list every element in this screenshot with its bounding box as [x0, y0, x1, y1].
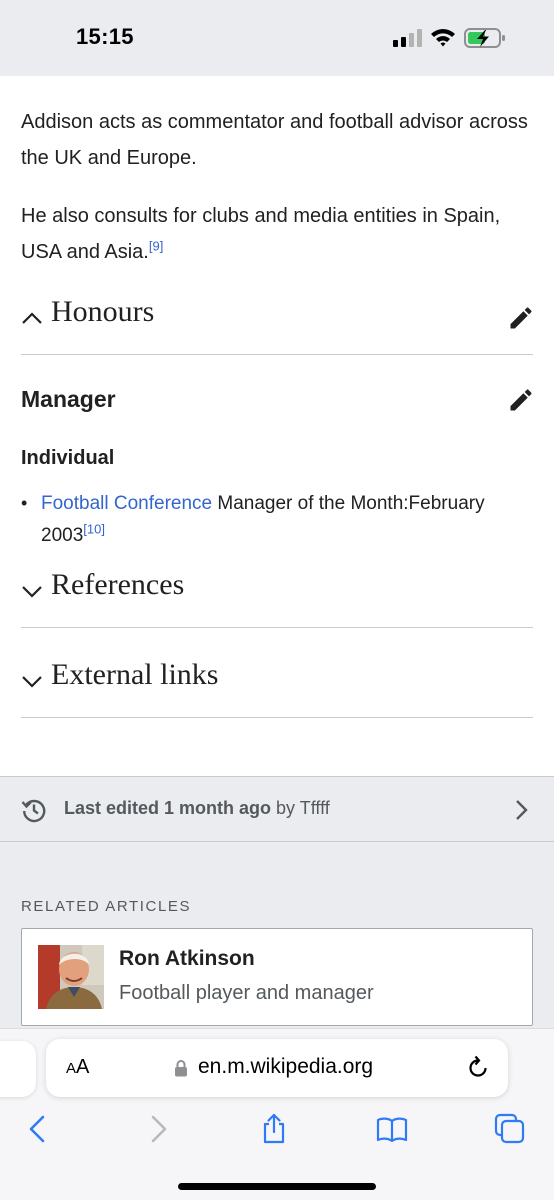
paragraph-text: He also consults for clubs and media ent…: [21, 205, 501, 263]
pencil-icon[interactable]: [507, 304, 535, 332]
list-item-text: Manager of the Month:February: [212, 493, 485, 514]
wifi-icon: [431, 29, 455, 47]
bookmarks-icon[interactable]: [376, 1113, 408, 1145]
chevron-up-icon: [22, 312, 42, 324]
back-icon[interactable]: [22, 1113, 54, 1145]
related-articles-label: RELATED ARTICLES: [21, 898, 192, 915]
list-item: Football Conference Manager of the Month…: [41, 488, 536, 552]
article-paragraph: He also consults for clubs and media ent…: [21, 198, 531, 270]
article-paragraph: Addison acts as commentator and football…: [21, 111, 528, 169]
signal-icon: [393, 29, 422, 47]
section-title: External links: [51, 658, 219, 691]
battery-charging-icon: [464, 28, 505, 48]
section-title: References: [51, 568, 185, 601]
subsection-title-manager: Manager: [21, 386, 116, 412]
last-edited-time: Last edited 1 month ago: [64, 798, 272, 818]
lock-icon: [175, 1060, 187, 1077]
tabs-icon[interactable]: [494, 1113, 526, 1145]
previous-tab-preview[interactable]: [0, 1041, 36, 1097]
related-article-title: Ron Atkinson: [119, 947, 255, 970]
reader-settings-button[interactable]: AA: [66, 1056, 89, 1079]
chevron-down-icon: [22, 676, 42, 688]
section-header-external-links[interactable]: External links: [21, 648, 533, 718]
home-indicator[interactable]: [178, 1183, 376, 1190]
list-item-text: 2003: [41, 525, 84, 546]
section-title: Honours: [51, 295, 155, 328]
last-edited-author: by Tffff: [271, 798, 330, 818]
forward-icon[interactable]: [142, 1113, 174, 1145]
aa-big: A: [76, 1056, 90, 1078]
chevron-down-icon: [22, 586, 42, 598]
related-article-card[interactable]: Ron Atkinson Football player and manager: [21, 928, 533, 1026]
section-header-honours[interactable]: Honours: [21, 285, 533, 355]
address-bar[interactable]: AA en.m.wikipedia.org: [46, 1039, 508, 1097]
status-time: 15:15: [76, 24, 134, 49]
related-article-description: Football player and manager: [119, 982, 374, 1004]
related-articles-section: RELATED ARTICLES Ron Atkinson Football p…: [0, 842, 554, 1042]
last-edited-bar[interactable]: Last edited 1 month ago by Tffff: [0, 776, 554, 842]
share-icon[interactable]: [258, 1113, 290, 1145]
list-bullet: •: [21, 493, 28, 513]
article-thumbnail: [38, 945, 104, 1009]
pencil-icon[interactable]: [507, 386, 535, 414]
wiki-link[interactable]: Football Conference: [41, 493, 212, 514]
browser-toolbar: AA en.m.wikipedia.org: [0, 1028, 554, 1200]
url-text: en.m.wikipedia.org: [198, 1055, 374, 1078]
section-header-references[interactable]: References: [21, 558, 533, 628]
reload-icon[interactable]: [466, 1055, 490, 1081]
last-edited-text: Last edited 1 month ago by Tffff: [64, 798, 330, 819]
reference-link[interactable]: [9]: [149, 238, 163, 253]
aa-small: A: [66, 1060, 77, 1077]
chevron-right-icon: [516, 800, 528, 820]
reference-link[interactable]: [10]: [83, 522, 105, 537]
subsection-title-individual: Individual: [21, 447, 115, 469]
history-icon: [21, 799, 46, 823]
status-bar: 15:15: [0, 0, 554, 76]
